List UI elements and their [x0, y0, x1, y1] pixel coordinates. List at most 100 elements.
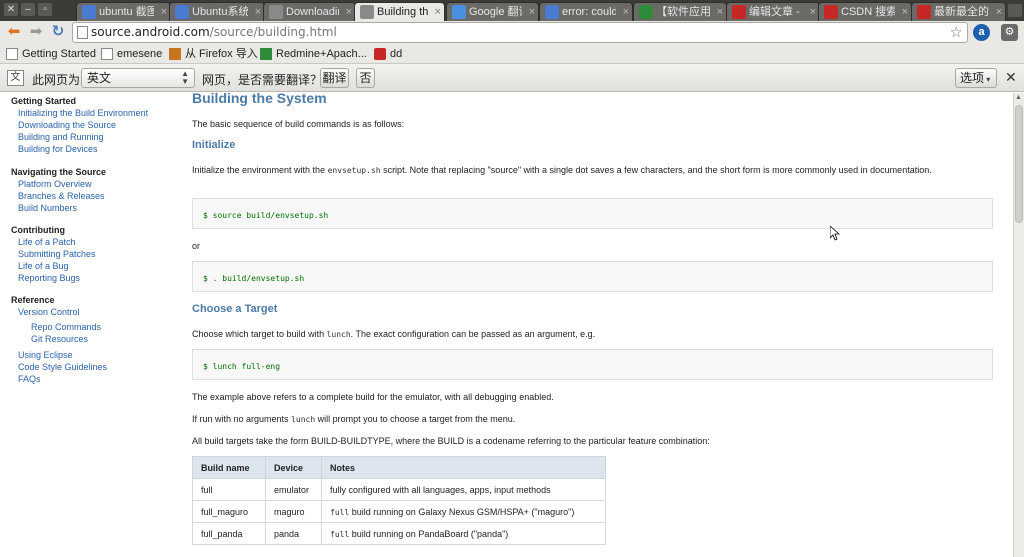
translate-icon: 文	[7, 70, 24, 86]
notes-cell: fully configured with all languages, app…	[321, 478, 606, 501]
sidebar-link[interactable]: Repo Commands	[31, 322, 101, 332]
mouse-cursor-icon	[830, 226, 840, 241]
sidebar-link[interactable]: Git Resources	[31, 334, 88, 344]
page-favicon-icon	[360, 5, 374, 19]
tab-close-icon[interactable]: ×	[810, 3, 816, 21]
table-header-row: Build name Device Notes	[192, 456, 606, 479]
build-name-cell: full_panda	[192, 522, 266, 545]
web-page: Getting Started Initializing the Build E…	[0, 93, 1013, 557]
tab-edit-article[interactable]: 编辑文章 - 博 ×	[726, 2, 820, 21]
tab-label: Downloading	[286, 6, 339, 18]
device-cell: emulator	[265, 478, 322, 501]
bookmark-dd[interactable]: dd	[374, 46, 402, 62]
table-row: full emulator fully configured with all …	[192, 478, 606, 501]
new-tab-button[interactable]	[1008, 4, 1022, 17]
bookmark-emesene[interactable]: emesene	[101, 46, 162, 62]
sidebar-link[interactable]: Code Style Guidelines	[18, 362, 107, 372]
dropdown-arrow-icon: ▾	[984, 75, 991, 84]
back-arrow-icon[interactable]: ⬅	[5, 23, 23, 41]
scroll-up-arrow-icon[interactable]: ▲	[1015, 94, 1022, 101]
close-infobar-icon[interactable]: ✕	[1005, 69, 1017, 86]
tab-building-the-system[interactable]: Building the ×	[354, 2, 445, 21]
tab-downloading[interactable]: Downloading ×	[263, 2, 356, 21]
window-maximize-button[interactable]: ▫	[38, 3, 52, 16]
tab-label: 【软件应用】	[656, 6, 710, 18]
tab-label: Google 翻译	[469, 6, 522, 18]
table-row: full_panda panda full build running on P…	[192, 522, 606, 545]
bookmark-redmine[interactable]: Redmine+Apach...	[260, 46, 367, 62]
no-translate-button[interactable]: 否	[356, 68, 375, 88]
tab-close-icon[interactable]: ×	[435, 3, 441, 21]
tab-label: CSDN 搜索	[841, 6, 895, 18]
tab-close-icon[interactable]: ×	[717, 3, 723, 21]
tab-close-icon[interactable]: ×	[161, 3, 167, 21]
bookmark-getting-started[interactable]: Getting Started	[6, 46, 96, 62]
sidebar-heading: Reference	[11, 295, 55, 305]
bookmark-folder-firefox-import[interactable]: 从 Firefox 导入	[169, 46, 258, 62]
google-translate-favicon-icon	[452, 5, 466, 19]
page-favicon-icon	[269, 5, 283, 19]
code-block-lunch: $ lunch full-eng	[192, 349, 993, 380]
sidebar-link[interactable]: Initializing the Build Environment	[18, 108, 148, 118]
page-scrollbar[interactable]: ▲	[1013, 93, 1024, 557]
sidebar-link[interactable]: Life of a Patch	[18, 237, 76, 247]
window-close-button[interactable]: ✕	[4, 3, 18, 16]
tab-close-icon[interactable]: ×	[255, 3, 261, 21]
forward-arrow-icon[interactable]: ➡	[27, 23, 45, 41]
sidebar-heading: Contributing	[11, 225, 65, 235]
reload-icon[interactable]: ↻	[49, 23, 67, 41]
translate-prefix-text: 此网页为	[32, 73, 81, 87]
page-title: Building the System	[192, 93, 327, 106]
tab-close-icon[interactable]: ×	[346, 3, 352, 21]
column-header: Notes	[321, 456, 606, 479]
sidebar-link[interactable]: Building for Devices	[18, 144, 98, 154]
choose-paragraph: Choose which target to build with lunch.…	[192, 329, 596, 339]
tab-strip: ✕ – ▫ ubuntu 截图 × Ubuntu系统上 × Downloadin…	[0, 0, 1024, 21]
window-minimize-button[interactable]: –	[21, 3, 35, 16]
section-heading-choose-target: Choose a Target	[192, 303, 278, 315]
tab-csdn-search[interactable]: CSDN 搜索 ×	[818, 2, 912, 21]
tab-latest[interactable]: 最新最全的A ×	[911, 2, 1006, 21]
main-content: Building the System The basic sequence o…	[192, 93, 1002, 557]
sidebar-link[interactable]: Platform Overview	[18, 179, 92, 189]
tab-error-could[interactable]: error: could ×	[539, 2, 633, 21]
section-heading-initialize: Initialize	[192, 139, 236, 151]
csdn-icon	[374, 48, 386, 60]
column-header: Build name	[192, 456, 266, 479]
sidebar-link[interactable]: Branches & Releases	[18, 191, 105, 201]
sidebar-link[interactable]: Downloading the Source	[18, 120, 116, 130]
sidebar-link[interactable]: Life of a Bug	[18, 261, 69, 271]
tab-google-translate[interactable]: Google 翻译 ×	[446, 2, 539, 21]
column-header: Device	[265, 456, 322, 479]
sidebar-link[interactable]: Building and Running	[18, 132, 104, 142]
sidebar-link[interactable]: Version Control	[18, 307, 80, 317]
address-bar[interactable]: source.android.com/source/building.html …	[72, 22, 968, 43]
sidebar-link[interactable]: Submitting Patches	[18, 249, 96, 259]
bookmark-star-icon[interactable]: ☆	[950, 23, 963, 42]
tab-ubuntu-screenshot[interactable]: ubuntu 截图 ×	[76, 2, 171, 21]
tab-close-icon[interactable]: ×	[529, 3, 535, 21]
table-row: full_maguro maguro full build running on…	[192, 500, 606, 523]
tab-software-apps[interactable]: 【软件应用】 ×	[633, 2, 727, 21]
build-targets-table: Build name Device Notes full emulator fu…	[192, 456, 606, 545]
tab-label: 编辑文章 - 博	[749, 6, 803, 18]
csdn-favicon-icon	[732, 5, 746, 19]
sidebar-link[interactable]: Reporting Bugs	[18, 273, 80, 283]
tab-close-icon[interactable]: ×	[623, 3, 629, 21]
scrollbar-thumb[interactable]	[1015, 105, 1023, 223]
tab-close-icon[interactable]: ×	[902, 3, 908, 21]
tab-label: error: could	[562, 6, 616, 18]
translate-options-button[interactable]: 选项 ▾	[955, 68, 997, 88]
page-icon	[101, 48, 113, 60]
extension-icon[interactable]: a	[973, 24, 990, 41]
wrench-menu-icon[interactable]: ⚙	[1001, 24, 1018, 41]
sidebar-link[interactable]: FAQs	[18, 374, 41, 384]
code-block-source: $ source build/envsetup.sh	[192, 198, 993, 229]
translate-button[interactable]: 翻译	[320, 68, 349, 88]
google-favicon-icon	[82, 5, 96, 19]
tab-close-icon[interactable]: ×	[996, 3, 1002, 21]
tab-ubuntu-system[interactable]: Ubuntu系统上 ×	[169, 2, 265, 21]
sidebar-link[interactable]: Using Eclipse	[18, 350, 73, 360]
source-language-select[interactable]: 英文 ▲ ▼	[81, 68, 195, 88]
sidebar-link[interactable]: Build Numbers	[18, 203, 77, 213]
